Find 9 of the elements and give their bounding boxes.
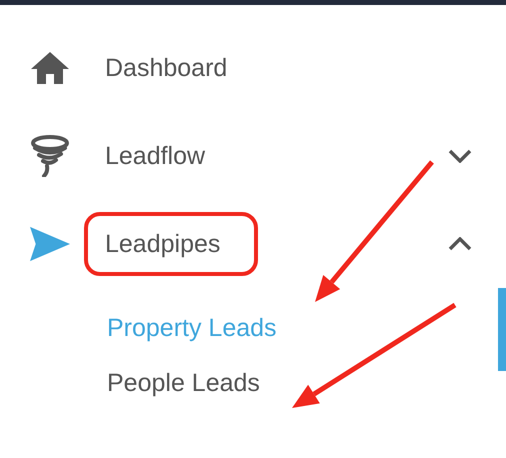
paper-plane-icon: [30, 226, 70, 262]
home-icon: [30, 51, 70, 85]
chevron-icon[interactable]: [448, 237, 472, 251]
menu-item[interactable]: Leadflow: [0, 112, 506, 200]
chevron-icon[interactable]: [448, 149, 472, 163]
tornado-icon: [30, 135, 70, 177]
menu-item[interactable]: Dashboard: [0, 24, 506, 112]
menu-item[interactable]: Leadpipes: [0, 200, 506, 288]
submenu-item[interactable]: People Leads: [107, 368, 260, 398]
